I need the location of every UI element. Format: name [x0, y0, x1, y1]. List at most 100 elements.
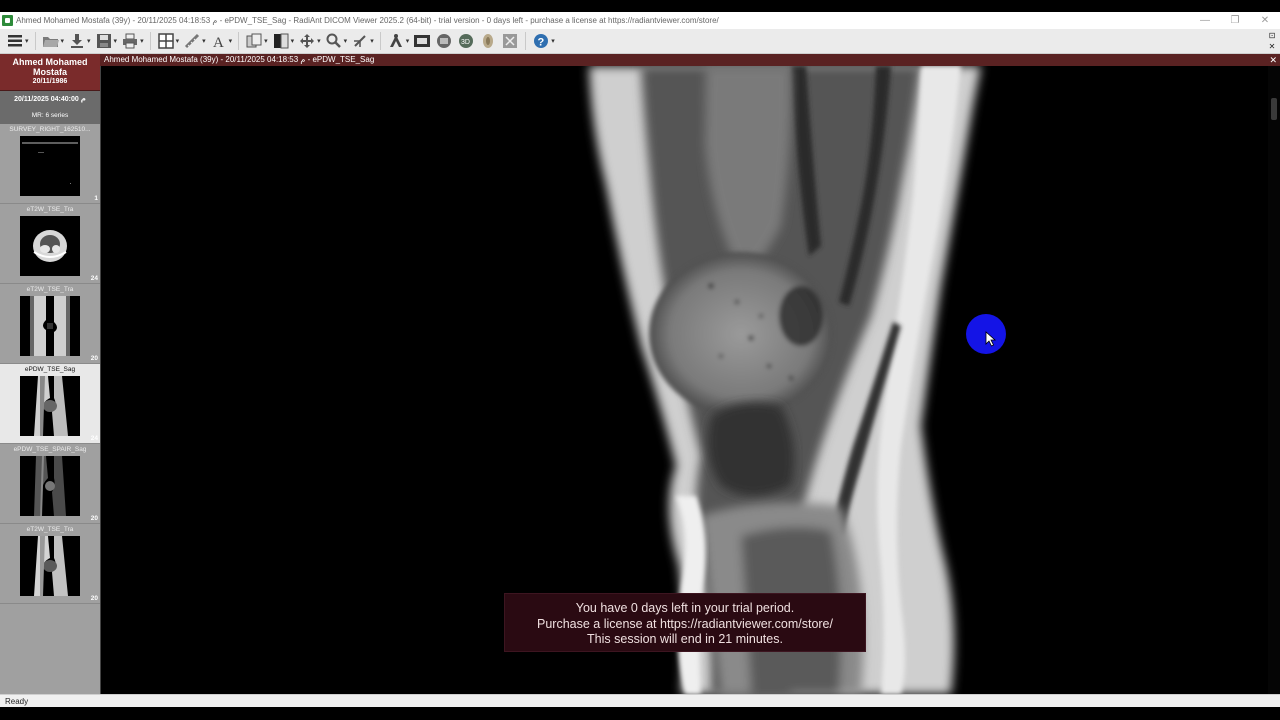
series-thumbnail[interactable]: ePDW_TSE_SPAIR_Sag 20 — [0, 444, 100, 524]
copy-button[interactable]: ▾ — [243, 30, 270, 52]
study-modality-summary: MR: 6 series — [31, 112, 69, 119]
save-button[interactable]: ▾ — [93, 30, 120, 52]
status-bar: Ready — [0, 694, 1280, 707]
window-title: Ahmed Mohamed Mostafa (39y) - 20/11/2025… — [16, 16, 719, 25]
3d-volume-icon — [435, 32, 453, 50]
3d-mpr-icon — [387, 32, 405, 50]
rotate-icon — [351, 32, 369, 50]
series-preview-image — [20, 216, 80, 276]
series-label: eT2W_TSE_Tra — [26, 206, 74, 213]
import-button[interactable]: ▾ — [66, 30, 93, 52]
mpr-button[interactable]: ▾ — [385, 30, 412, 52]
measure-icon — [183, 32, 201, 50]
patient-name: Ahmed Mohamed Mostafa — [12, 57, 88, 77]
series-image-count: 24 — [90, 275, 98, 282]
menu-button[interactable]: ▾ — [4, 30, 31, 52]
series-image-count: 20 — [90, 355, 98, 362]
series-image-count: 1 — [94, 195, 98, 202]
viewport-scrollbar[interactable] — [1268, 66, 1280, 694]
series-label: ePDW_TSE_SPAIR_Sag — [13, 446, 87, 453]
pin-panel-button[interactable]: ⊡ — [1266, 31, 1278, 40]
minimize-button[interactable]: — — [1190, 12, 1220, 29]
series-thumbnail[interactable]: SURVEY_RIGHT_162510... 1 — [0, 124, 100, 204]
series-label: ePDW_TSE_Sag — [24, 366, 76, 373]
pan-button[interactable]: ▾ — [296, 30, 323, 52]
zoom-icon — [325, 32, 343, 50]
patient-dob: 20/11/1986 — [32, 78, 68, 85]
pan-icon — [298, 32, 316, 50]
letterbox-bottom — [0, 707, 1280, 720]
tools-button[interactable] — [499, 30, 521, 52]
letterbox-top — [0, 0, 1280, 12]
text-annotation-icon: A — [210, 32, 228, 50]
series-thumbnail-active[interactable]: ePDW_TSE_Sag 24 — [0, 364, 100, 444]
svg-text:?: ? — [538, 37, 545, 49]
trial-notice-line1: You have 0 days left in your trial perio… — [575, 601, 795, 615]
maximize-button[interactable]: ❐ — [1220, 12, 1250, 29]
copy-icon — [245, 32, 263, 50]
save-icon — [95, 32, 113, 50]
series-preview-image — [20, 296, 80, 356]
series-thumbnail[interactable]: eT2W_TSE_Tra 24 — [0, 204, 100, 284]
toolbar-separator — [379, 32, 381, 50]
trial-notice-line2: Purchase a license at https://radiantvie… — [537, 616, 833, 631]
trial-notice: You have 0 days left in your trial perio… — [504, 593, 866, 652]
layout-button[interactable]: ▾ — [155, 30, 182, 52]
tools-icon — [501, 32, 519, 50]
toolbar-separator — [34, 32, 36, 50]
globe-icon: 3D — [457, 32, 475, 50]
series-label: SURVEY_RIGHT_162510... — [9, 126, 91, 133]
close-window-button[interactable]: ✕ — [1250, 12, 1280, 29]
series-image-count: 20 — [90, 515, 98, 522]
viewport-header: Ahmed Mohamed Mostafa (39y) - 20/11/2025… — [100, 54, 1280, 66]
fusion-icon — [479, 32, 497, 50]
fusion-button[interactable] — [477, 30, 499, 52]
window-titlebar: Ahmed Mohamed Mostafa (39y) - 20/11/2025… — [0, 12, 1280, 29]
series-label: eT2W_TSE_Tra — [26, 526, 74, 533]
study-datetime: 20/11/2025 04:40:00 م — [14, 96, 86, 103]
close-panel-button[interactable]: ✕ — [1266, 42, 1278, 51]
window-level-icon — [272, 32, 290, 50]
print-icon — [121, 32, 139, 50]
toolbar-right-controls: ⊡ ✕ — [1266, 31, 1278, 51]
scrollbar-thumb[interactable] — [1271, 98, 1277, 120]
patient-info[interactable]: Ahmed Mohamed Mostafa 20/11/1986 — [0, 54, 100, 90]
help-icon: ? — [532, 32, 550, 50]
toolbar-separator — [525, 32, 527, 50]
3d-volume-button[interactable] — [433, 30, 455, 52]
toolbar-separator — [149, 32, 151, 50]
print-button[interactable]: ▾ — [119, 30, 146, 52]
series-thumbnail[interactable]: eT2W_TSE_Tra 20 — [0, 284, 100, 364]
series-preview-image — [20, 536, 80, 596]
open-folder-icon — [42, 32, 60, 50]
radiant-app-icon — [2, 15, 13, 26]
mouse-cursor-icon — [985, 331, 997, 347]
study-info[interactable]: 20/11/2025 04:40:00 م MR: 6 series — [0, 90, 100, 124]
measure-button[interactable]: ▾ — [181, 30, 208, 52]
series-sidebar: Ahmed Mohamed Mostafa 20/11/1986 20/11/2… — [0, 54, 100, 694]
close-viewport-button[interactable]: ✕ — [1269, 54, 1277, 66]
zoom-button[interactable]: ▾ — [323, 30, 350, 52]
menu-icon — [6, 32, 24, 50]
download-icon — [68, 32, 86, 50]
series-image-count: 24 — [90, 435, 98, 442]
svg-text:A: A — [213, 35, 224, 49]
series-preview-image — [20, 456, 80, 516]
cine-button[interactable] — [411, 30, 433, 52]
series-label: eT2W_TSE_Tra — [26, 286, 74, 293]
status-text: Ready — [5, 697, 29, 706]
text-annotation-button[interactable]: A ▾ — [208, 30, 235, 52]
viewport-title: Ahmed Mohamed Mostafa (39y) - 20/11/2025… — [104, 55, 375, 64]
open-button[interactable]: ▾ — [40, 30, 67, 52]
trial-notice-line3: This session will end in 21 minutes. — [587, 632, 783, 646]
series-preview-image — [20, 136, 80, 196]
series-image-count: 20 — [90, 595, 98, 602]
window-level-button[interactable]: ▾ — [270, 30, 297, 52]
layout-grid-icon — [157, 32, 175, 50]
svg-text:3D: 3D — [461, 39, 470, 46]
3d-render-button[interactable]: 3D — [455, 30, 477, 52]
series-thumbnail[interactable]: eT2W_TSE_Tra 20 — [0, 524, 100, 604]
rotate-button[interactable]: ▾ — [349, 30, 376, 52]
cine-icon — [413, 32, 431, 50]
help-button[interactable]: ? ▾ — [530, 30, 557, 52]
